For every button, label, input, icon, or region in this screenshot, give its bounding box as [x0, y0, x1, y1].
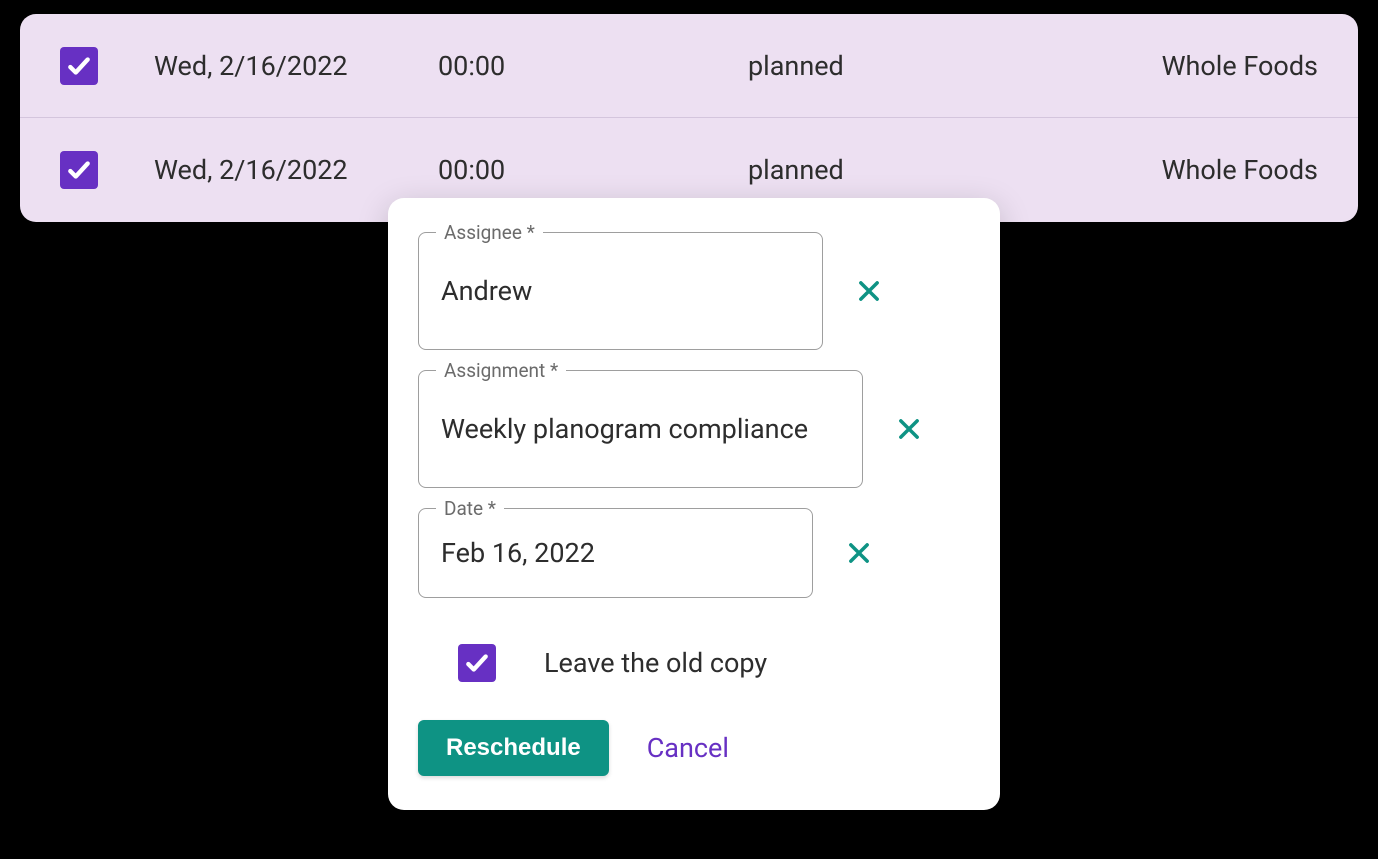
- assignment-label: Assignment *: [436, 359, 566, 382]
- assignee-field[interactable]: Andrew: [418, 232, 823, 350]
- close-icon: [895, 415, 923, 443]
- cell-time: 00:00: [438, 50, 748, 82]
- assignee-row: Assignee * Andrew: [418, 232, 970, 350]
- cancel-button[interactable]: Cancel: [647, 732, 729, 764]
- check-icon: [66, 157, 92, 183]
- clear-date-button[interactable]: [843, 537, 875, 569]
- close-icon: [855, 277, 883, 305]
- leave-copy-label: Leave the old copy: [544, 647, 767, 679]
- leave-copy-row: Leave the old copy: [458, 644, 970, 682]
- date-row: Date * Feb 16, 2022: [418, 508, 970, 598]
- row-checkbox[interactable]: [60, 151, 98, 189]
- row-checkbox[interactable]: [60, 47, 98, 85]
- assignment-row: Assignment * Weekly planogram compliance: [418, 370, 970, 488]
- cell-status: planned: [748, 154, 1038, 186]
- clear-assignee-button[interactable]: [853, 275, 885, 307]
- reschedule-button[interactable]: Reschedule: [418, 720, 609, 776]
- date-label: Date *: [436, 497, 504, 520]
- cell-location: Whole Foods: [1038, 50, 1318, 82]
- table-row[interactable]: Wed, 2/16/2022 00:00 planned Whole Foods: [20, 14, 1358, 118]
- check-icon: [464, 650, 490, 676]
- check-icon: [66, 53, 92, 79]
- cell-time: 00:00: [438, 154, 748, 186]
- close-icon: [845, 539, 873, 567]
- schedule-table: Wed, 2/16/2022 00:00 planned Whole Foods…: [20, 14, 1358, 222]
- assignee-label: Assignee *: [436, 221, 543, 244]
- clear-assignment-button[interactable]: [893, 413, 925, 445]
- dialog-actions: Reschedule Cancel: [418, 720, 970, 776]
- date-field[interactable]: Feb 16, 2022: [418, 508, 813, 598]
- cell-status: planned: [748, 50, 1038, 82]
- cell-date: Wed, 2/16/2022: [98, 154, 438, 186]
- cell-date: Wed, 2/16/2022: [98, 50, 438, 82]
- leave-copy-checkbox[interactable]: [458, 644, 496, 682]
- reschedule-dialog: Assignee * Andrew Assignment * Weekly pl…: [388, 198, 1000, 810]
- assignment-field[interactable]: Weekly planogram compliance: [418, 370, 863, 488]
- cell-location: Whole Foods: [1038, 154, 1318, 186]
